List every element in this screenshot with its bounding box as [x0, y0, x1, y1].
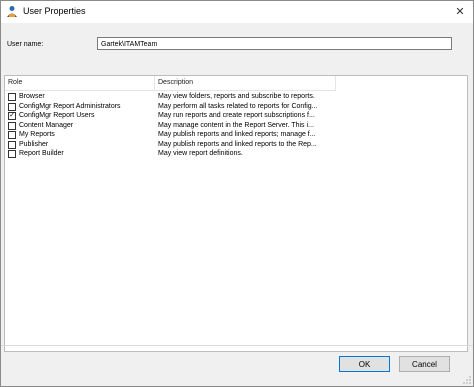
- table-row[interactable]: ConfigMgr Report Administrators May perfo…: [5, 102, 336, 112]
- role-description: May publish reports and linked reports t…: [158, 140, 317, 148]
- dialog-body: User name: Gartek\ITAMTeam Role Descript…: [1, 23, 473, 386]
- table-row[interactable]: Content Manager May manage content in the…: [5, 121, 336, 131]
- role-name: Browser: [19, 93, 45, 100]
- username-label: User name:: [7, 41, 44, 48]
- table-row[interactable]: Report Builder May view report definition…: [5, 149, 336, 159]
- cancel-button[interactable]: Cancel: [399, 356, 450, 372]
- title-bar: User Properties ✕: [1, 1, 473, 23]
- role-description: May view folders, reports and subscribe …: [158, 93, 315, 100]
- column-header-description[interactable]: Description: [155, 76, 336, 90]
- role-name: My Reports: [19, 131, 55, 138]
- grid-header: Role Description: [5, 76, 336, 91]
- column-header-role[interactable]: Role: [5, 76, 155, 90]
- resize-grip-icon[interactable]: [463, 376, 471, 384]
- ok-button[interactable]: OK: [339, 356, 390, 372]
- role-checkbox[interactable]: [8, 131, 16, 139]
- role-name: ConfigMgr Report Users: [19, 112, 95, 119]
- role-checkbox[interactable]: [8, 93, 16, 101]
- roles-grid: Role Description Browser May view folders…: [4, 75, 468, 352]
- user-properties-dialog: User Properties ✕ User name: Gartek\ITAM…: [0, 0, 474, 387]
- role-description: May view report definitions.: [158, 150, 243, 157]
- window-title: User Properties: [23, 6, 86, 16]
- table-row[interactable]: Browser May view folders, reports and sub…: [5, 92, 336, 102]
- table-row[interactable]: My Reports May publish reports and linked…: [5, 130, 336, 140]
- role-description: May perform all tasks related to reports…: [158, 102, 318, 110]
- role-description: May publish reports and linked reports; …: [158, 131, 316, 138]
- table-row[interactable]: Publisher May publish reports and linked …: [5, 140, 336, 150]
- role-checkbox[interactable]: [8, 121, 16, 130]
- role-name: Content Manager: [19, 121, 74, 129]
- role-description: May run reports and create report subscr…: [158, 112, 315, 119]
- username-field[interactable]: Gartek\ITAMTeam: [97, 37, 452, 50]
- role-checkbox[interactable]: ✓: [8, 112, 16, 120]
- role-checkbox[interactable]: [8, 140, 16, 149]
- role-name: Publisher: [19, 140, 49, 148]
- roles-list: Browser May view folders, reports and sub…: [5, 92, 336, 159]
- role-name: Report Builder: [19, 150, 64, 157]
- user-properties-icon: [6, 5, 18, 18]
- role-description: May manage content in the Report Server.…: [158, 121, 314, 129]
- role-name: ConfigMgr Report Administrators: [19, 102, 121, 110]
- close-icon[interactable]: ✕: [451, 3, 469, 21]
- table-row[interactable]: ✓ ConfigMgr Report Users May run reports a…: [5, 111, 336, 121]
- role-checkbox[interactable]: [8, 150, 16, 158]
- separator: [1, 345, 473, 346]
- role-checkbox[interactable]: [8, 102, 16, 111]
